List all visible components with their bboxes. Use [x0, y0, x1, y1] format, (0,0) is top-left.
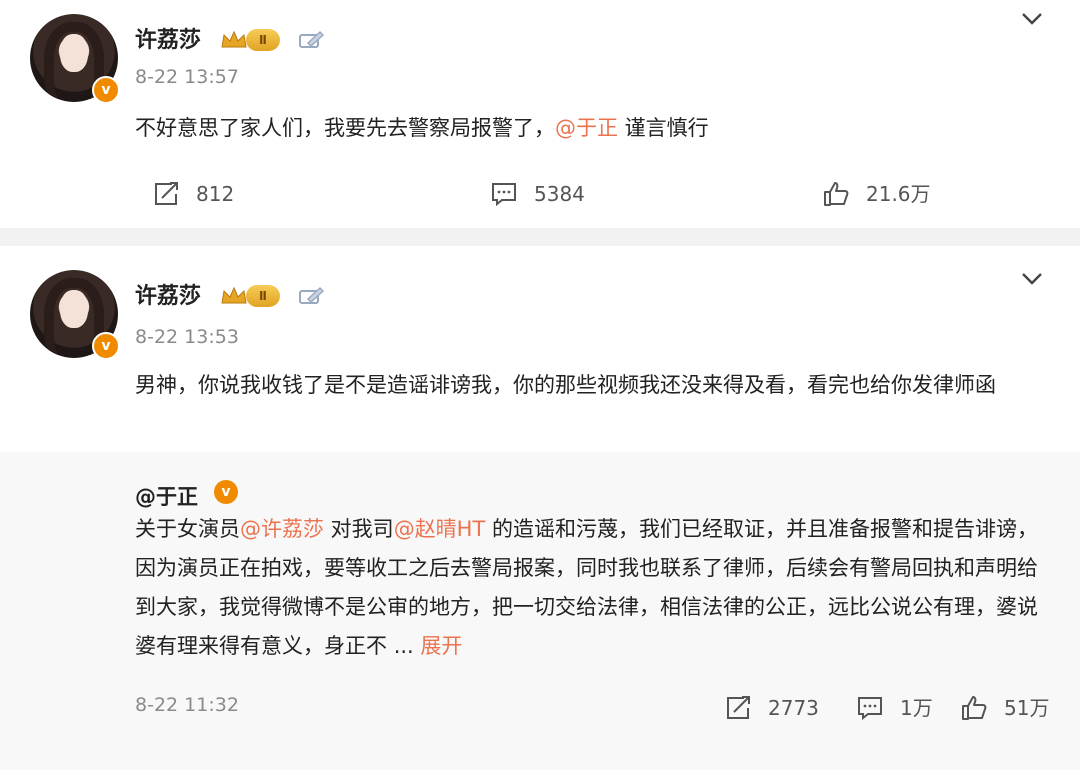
- original-text: 关于女演员@许荔莎 对我司@赵晴HT 的造谣和污蔑，我们已经取证，并且准备报警和…: [135, 510, 1050, 666]
- comment-icon: [858, 697, 882, 721]
- thumbs-up-icon: [962, 696, 987, 720]
- ellipsis: ...: [393, 634, 414, 658]
- comment-count: 5384: [534, 182, 585, 206]
- post-text-segment: 不好意思了家人们，我要先去警察局报警了，: [135, 116, 555, 140]
- verified-badge-icon: v: [214, 480, 238, 504]
- like-count: 51万: [1004, 696, 1050, 720]
- verified-badge-icon: v: [92, 332, 120, 360]
- post-time: 8-22 13:53: [135, 326, 239, 348]
- edit-history-icon[interactable]: [298, 29, 324, 51]
- weibo-post: v 许荔莎 Ⅱ 8-22 13:57 不好意思了家人们，我要先去警察局报警了，@…: [0, 0, 1080, 228]
- post-text: 男神，你说我收钱了是不是造谣诽谤我，你的那些视频我还没来得及看，看完也给你发律师…: [135, 373, 996, 397]
- crown-icon: [221, 30, 247, 48]
- expand-link[interactable]: 展开: [420, 634, 462, 658]
- original-time: 8-22 11:32: [135, 694, 239, 716]
- post-time: 8-22 13:57: [135, 66, 239, 88]
- post-text: 不好意思了家人们，我要先去警察局报警了，@于正 谨言慎行: [135, 110, 1055, 147]
- mention-link[interactable]: @于正: [555, 116, 618, 140]
- repost-icon: [155, 182, 178, 205]
- author-name[interactable]: 许荔莎: [135, 22, 201, 54]
- edit-history-icon[interactable]: [298, 285, 324, 307]
- author-name[interactable]: 许荔莎: [135, 278, 201, 310]
- repost-count: 2773: [768, 696, 819, 720]
- original-author[interactable]: @于正: [135, 481, 198, 511]
- chevron-down-icon[interactable]: [1020, 12, 1044, 26]
- like-count: 21.6万: [866, 182, 931, 206]
- repost-icon: [727, 696, 750, 719]
- comment-count: 1万: [900, 696, 933, 720]
- repost-count: 812: [196, 182, 235, 206]
- comment-icon: [492, 183, 516, 207]
- mention-link[interactable]: @许荔莎: [240, 517, 324, 541]
- chevron-down-icon[interactable]: [1020, 272, 1044, 286]
- level-badge: Ⅱ: [246, 285, 280, 307]
- level-badge: Ⅱ: [246, 29, 280, 51]
- crown-icon: [221, 286, 247, 304]
- thumbs-up-icon: [824, 182, 849, 206]
- reposted-content[interactable]: @于正 v 关于女演员@许荔莎 对我司@赵晴HT 的造谣和污蔑，我们已经取证，并…: [0, 452, 1080, 770]
- original-text-segment: 关于女演员: [135, 517, 240, 541]
- weibo-post: v 许荔莎 Ⅱ 8-22 13:53 男神，你说我收钱了是不是造谣诽谤我，你的那…: [0, 246, 1080, 770]
- verified-badge-icon: v: [92, 76, 120, 104]
- post-text-segment: 谨言慎行: [618, 116, 709, 140]
- original-text-segment: 对我司: [324, 517, 394, 541]
- mention-link[interactable]: @赵晴HT: [394, 517, 486, 541]
